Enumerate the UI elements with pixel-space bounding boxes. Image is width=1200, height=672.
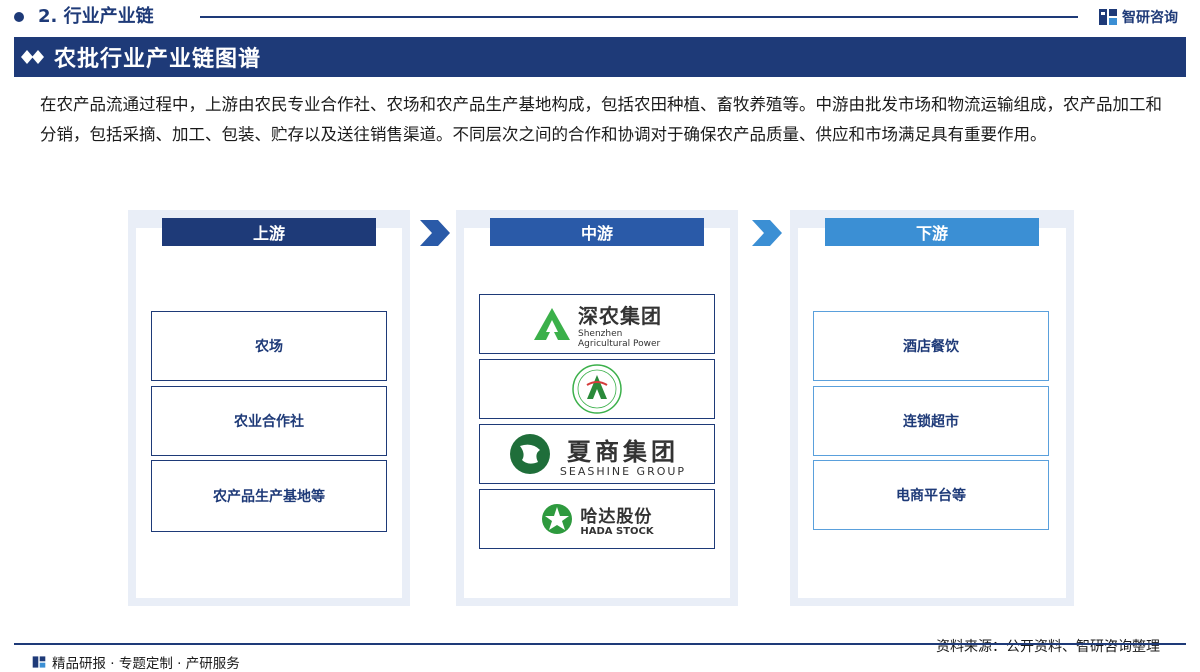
circle-emblem-logo-icon	[572, 364, 622, 414]
footer-tagline: 精品研报 · 专题定制 · 产研服务	[52, 656, 240, 672]
hada-sub1: HADA STOCK	[580, 525, 654, 537]
upstream-panel: 农场 农业合作社 农产品生产基地等	[136, 228, 402, 598]
downstream-panel: 酒店餐饮 连锁超市 电商平台等	[798, 228, 1066, 598]
seashine-logo-box: 夏商集团 SEASHINE GROUP	[479, 424, 715, 484]
upstream-item: 农产品生产基地等	[151, 460, 387, 532]
circle-emblem-logo-box	[479, 359, 715, 419]
zhiyan-logo-small-icon	[32, 656, 46, 668]
footer-source: 资料来源：公开资料、智研咨询整理	[936, 639, 1160, 655]
upstream-column: 农场 农业合作社 农产品生产基地等 上游	[128, 210, 410, 606]
zhiyan-logo-icon	[1099, 9, 1117, 25]
upstream-item: 农业合作社	[151, 386, 387, 456]
shennong-sub1: Shenzhen	[578, 328, 623, 339]
seashine-logo-icon	[509, 434, 550, 474]
downstream-header: 下游	[825, 218, 1039, 246]
chevron-right-icon	[420, 220, 450, 246]
footer-divider	[14, 643, 1186, 645]
downstream-column: 酒店餐饮 连锁超市 电商平台等 下游	[790, 210, 1074, 606]
shennong-logo-box: 深农集团 Shenzhen Agricultural Power	[479, 294, 715, 354]
upstream-item: 农场	[151, 311, 387, 381]
midstream-panel: 深农集团 Shenzhen Agricultural Power 夏商集团 SE…	[464, 228, 730, 598]
midstream-header: 中游	[490, 218, 704, 246]
brand-name: 智研咨询	[1122, 10, 1178, 26]
midstream-column: 深农集团 Shenzhen Agricultural Power 夏商集团 SE…	[456, 210, 738, 606]
brand-logo: 智研咨询	[1098, 5, 1178, 29]
header-divider	[200, 16, 1078, 18]
diamond-icon	[14, 37, 54, 77]
downstream-item: 酒店餐饮	[813, 311, 1049, 381]
top-bar: 2. 行业产业链 智研咨询	[0, 0, 1200, 34]
chevron-right-icon	[752, 220, 782, 246]
section-title: 2. 行业产业链	[38, 6, 154, 27]
shennong-logo-icon	[534, 308, 570, 340]
title-banner: 农批行业产业链图谱	[14, 37, 1186, 77]
shennong-sub2: Agricultural Power	[578, 338, 661, 349]
page-title: 农批行业产业链图谱	[54, 47, 262, 72]
intro-paragraph: 在农产品流通过程中，上游由农民专业合作社、农场和农产品生产基地构成，包括农田种植…	[40, 95, 1162, 144]
downstream-item: 电商平台等	[813, 460, 1049, 530]
downstream-item: 连锁超市	[813, 386, 1049, 456]
hada-name: 哈达股份	[580, 506, 653, 527]
hada-logo-icon	[542, 504, 573, 534]
footer-tagline-group: 精品研报 · 专题定制 · 产研服务	[32, 652, 240, 672]
seashine-sub1: SEASHINE GROUP	[559, 464, 687, 478]
seashine-name: 夏商集团	[566, 437, 679, 466]
upstream-header: 上游	[162, 218, 376, 246]
section-bullet-icon	[14, 12, 24, 22]
shennong-name: 深农集团	[578, 303, 662, 328]
hada-logo-box: 哈达股份 HADA STOCK	[479, 489, 715, 549]
